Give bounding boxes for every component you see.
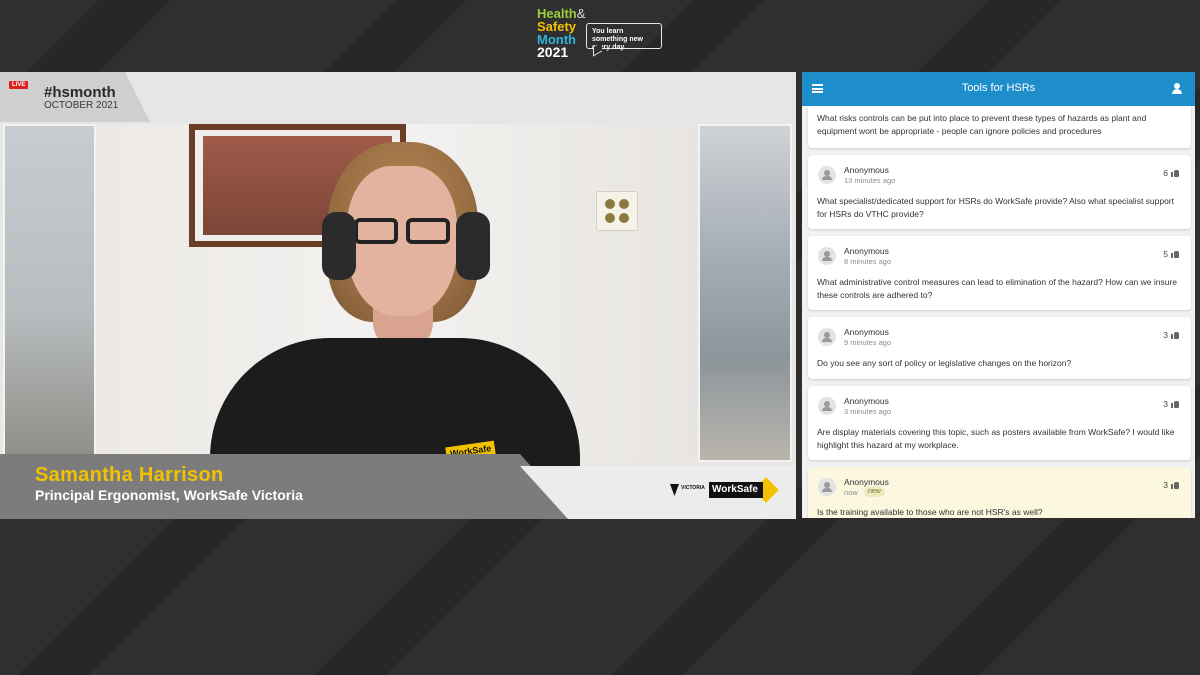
like-count: 3	[1163, 480, 1168, 490]
question-time: 8 minutes ago	[844, 257, 892, 266]
qa-title: Tools for HSRs	[961, 82, 1036, 94]
live-badge: LIVE	[9, 81, 29, 89]
logo-tagline: You learn something new every day.	[586, 23, 662, 51]
like-count: 6	[1163, 168, 1168, 178]
question-time: 3 minutes ago	[844, 407, 892, 416]
question-card: Anonymous 13 minutes ago 6 What speciali…	[808, 155, 1191, 229]
question-time: 13 minutes ago	[844, 176, 896, 185]
question-text: What administrative control measures can…	[817, 277, 1178, 300]
thumbs-up-icon	[1171, 481, 1179, 489]
video-stream: LIVE #hsmonth OCTOBER 2021 WorkSafe	[0, 72, 796, 519]
like-count: 3	[1163, 399, 1168, 409]
thumbs-up-icon	[1171, 250, 1179, 258]
worksafe-logo: WorkSafe	[709, 477, 779, 504]
like-button[interactable]: 6	[1163, 168, 1179, 178]
avatar-icon	[818, 328, 836, 346]
like-count: 3	[1163, 330, 1168, 340]
question-author: Anonymous	[844, 165, 889, 175]
question-time: now	[844, 488, 858, 497]
avatar-icon	[818, 247, 836, 265]
avatar-icon	[818, 397, 836, 415]
month-label: OCTOBER 2021	[44, 100, 119, 111]
question-text: What risks controls can be put into plac…	[817, 113, 1147, 136]
speaker-title: Principal Ergonomist, WorkSafe Victoria	[35, 487, 303, 503]
event-logo: Health& Safety Month 2021 You learn some…	[537, 7, 667, 59]
question-text: Is the training available to those who a…	[817, 507, 1043, 517]
qa-header: Tools for HSRs	[802, 72, 1195, 106]
like-button[interactable]: 3	[1163, 399, 1179, 409]
qa-panel: Tools for HSRs What risks controls can b…	[802, 72, 1195, 518]
new-badge: new	[864, 487, 885, 497]
speaker-video: WorkSafe	[210, 142, 580, 466]
question-card-new: Anonymous now new 3 Is the training avai…	[808, 467, 1191, 518]
thumbs-up-icon	[1171, 169, 1179, 177]
like-count: 5	[1163, 249, 1168, 259]
question-author: Anonymous	[844, 477, 889, 487]
speaker-name: Samantha Harrison	[35, 464, 224, 486]
window-left	[3, 124, 96, 462]
thumbs-up-icon	[1171, 400, 1179, 408]
question-text: What specialist/dedicated support for HS…	[817, 196, 1175, 219]
light-switch	[596, 191, 638, 231]
question-card: Anonymous 9 minutes ago 3 Do you see any…	[808, 317, 1191, 379]
like-button[interactable]: 3	[1163, 480, 1179, 490]
like-button[interactable]: 5	[1163, 249, 1179, 259]
avatar-icon	[818, 478, 836, 496]
hashtag-label: #hsmonth	[44, 84, 116, 101]
question-text: Do you see any sort of policy or legisla…	[817, 358, 1072, 368]
question-card: Anonymous 8 minutes ago 5 What administr…	[808, 236, 1191, 310]
thumbs-up-icon	[1171, 331, 1179, 339]
question-card: Anonymous 3 minutes ago 3 Are display ma…	[808, 386, 1191, 460]
window-right	[698, 124, 792, 462]
avatar-icon	[818, 166, 836, 184]
logo-year: 2021	[537, 44, 569, 60]
question-author: Anonymous	[844, 327, 889, 337]
like-button[interactable]: 3	[1163, 330, 1179, 340]
question-time: 9 minutes ago	[844, 338, 892, 347]
question-card: What risks controls can be put into plac…	[808, 106, 1191, 148]
user-icon[interactable]	[1171, 83, 1183, 95]
question-author: Anonymous	[844, 396, 889, 406]
question-author: Anonymous	[844, 246, 889, 256]
question-text: Are display materials covering this topi…	[817, 427, 1175, 450]
victoria-logo: VICTORIA	[670, 483, 705, 499]
